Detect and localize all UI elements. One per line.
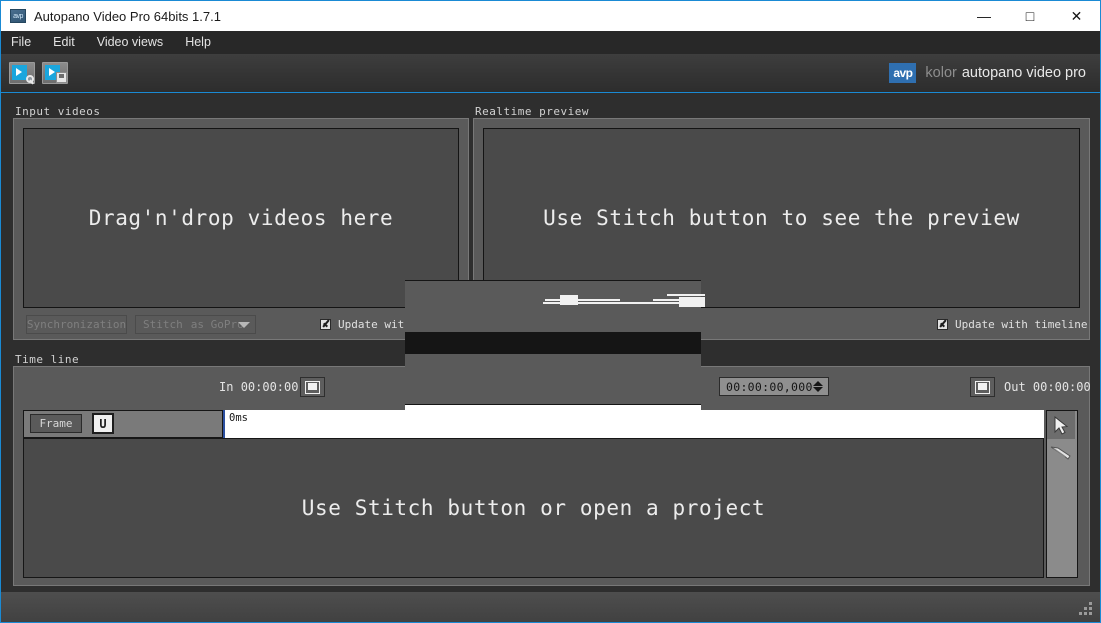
- chevron-down-icon: [238, 322, 250, 328]
- save-project-icon[interactable]: [42, 62, 68, 84]
- preview-update-checkbox[interactable]: Update with timeline: [937, 318, 1087, 331]
- overlay-dark-band: [405, 332, 701, 354]
- overlay-gap-1: [405, 322, 701, 332]
- preview-update-label: Update with timeline: [955, 318, 1087, 331]
- timeline-empty-text: Use Stitch button or open a project: [302, 496, 766, 520]
- overlay-slider-band: [405, 280, 701, 322]
- magnet-button[interactable]: U: [92, 413, 114, 434]
- in-value: 00:00:00: [241, 380, 299, 394]
- stitch-button-label: Stitch: [143, 318, 183, 331]
- avp-logo: avp: [889, 63, 916, 83]
- maximize-button[interactable]: □: [1007, 1, 1053, 31]
- floppy-disk-icon: [56, 72, 67, 83]
- brand-logo-group: avp kolor autopano video pro: [889, 62, 1086, 84]
- overlay-mid-band: [405, 354, 701, 404]
- menu-video-views[interactable]: Video views: [86, 31, 174, 54]
- frame-button[interactable]: Frame: [30, 414, 82, 433]
- playhead-position-spinner[interactable]: 00:00:00,000: [719, 377, 829, 396]
- overlay-white-band: [405, 404, 701, 437]
- window-title: Autopano Video Pro 64bits 1.7.1: [34, 9, 221, 24]
- set-in-point-button[interactable]: [300, 377, 325, 397]
- menu-help[interactable]: Help: [174, 31, 222, 54]
- timeline-tracks-area[interactable]: Use Stitch button or open a project: [23, 438, 1044, 578]
- in-point-readout: In 00:00:00: [219, 380, 298, 394]
- overlay-slider-handle-right: [679, 297, 705, 307]
- out-label: Out: [1004, 380, 1026, 394]
- main-toolbar: avp kolor autopano video pro: [1, 54, 1100, 93]
- overlay-slider-track-left: [545, 299, 620, 301]
- menu-file[interactable]: File: [1, 31, 42, 54]
- open-project-icon[interactable]: [9, 62, 35, 84]
- menu-bar: File Edit Video views Help: [1, 31, 1100, 54]
- status-bar: [1, 592, 1100, 622]
- input-videos-label: Input videos: [15, 105, 100, 118]
- film-icon: [12, 65, 27, 80]
- flag-icon: [975, 381, 990, 394]
- resize-grip[interactable]: [1079, 604, 1093, 616]
- window-controls: — □ ✕: [961, 1, 1100, 31]
- close-button[interactable]: ✕: [1053, 1, 1100, 31]
- menu-edit[interactable]: Edit: [42, 31, 86, 54]
- preview-placeholder-text: Use Stitch button to see the preview: [543, 206, 1020, 230]
- checkbox-box: [320, 319, 331, 330]
- checkbox-box: [937, 319, 948, 330]
- synchronization-button[interactable]: Synchronization: [26, 315, 127, 334]
- stitch-mode-label: as GoPro: [191, 318, 244, 331]
- playhead-position-value: 00:00:00,000: [720, 380, 813, 394]
- title-bar: avp Autopano Video Pro 64bits 1.7.1 — □ …: [1, 1, 1100, 31]
- input-update-checkbox[interactable]: Update with: [320, 318, 411, 331]
- input-update-label: Update with: [338, 318, 411, 331]
- application-window: avp Autopano Video Pro 64bits 1.7.1 — □ …: [0, 0, 1101, 623]
- realtime-preview-label: Realtime preview: [475, 105, 589, 118]
- timeline-label: Time line: [15, 353, 79, 366]
- brand-prefix: kolor: [925, 65, 956, 81]
- dropzone-text: Drag'n'drop videos here: [89, 206, 394, 230]
- timeline-tool-column: [1046, 410, 1078, 578]
- stitch-button[interactable]: Stitch as GoPro: [135, 315, 256, 334]
- select-tool-button[interactable]: [1047, 411, 1075, 439]
- overlay-slider-track-right-1: [667, 294, 705, 296]
- overlay-slider-handle-left: [560, 295, 578, 305]
- spinner-arrows[interactable]: [813, 381, 823, 392]
- spinner-down-icon[interactable]: [813, 387, 823, 392]
- brand-name: autopano video pro: [962, 65, 1086, 81]
- minimize-button[interactable]: —: [961, 1, 1007, 31]
- cursor-icon: [1054, 416, 1069, 435]
- flag-icon: [305, 381, 320, 394]
- razor-tool-button[interactable]: [1047, 439, 1075, 467]
- magnifier-icon: [26, 75, 34, 83]
- spinner-up-icon[interactable]: [813, 381, 823, 386]
- input-videos-dropzone[interactable]: Drag'n'drop videos here: [23, 128, 459, 308]
- app-icon: avp: [10, 9, 26, 23]
- razor-icon: [1050, 445, 1072, 461]
- out-point-readout: Out 00:00:00: [1004, 380, 1091, 394]
- out-value: 00:00:00: [1033, 380, 1091, 394]
- in-label: In: [219, 380, 233, 394]
- set-out-point-button[interactable]: [970, 377, 995, 397]
